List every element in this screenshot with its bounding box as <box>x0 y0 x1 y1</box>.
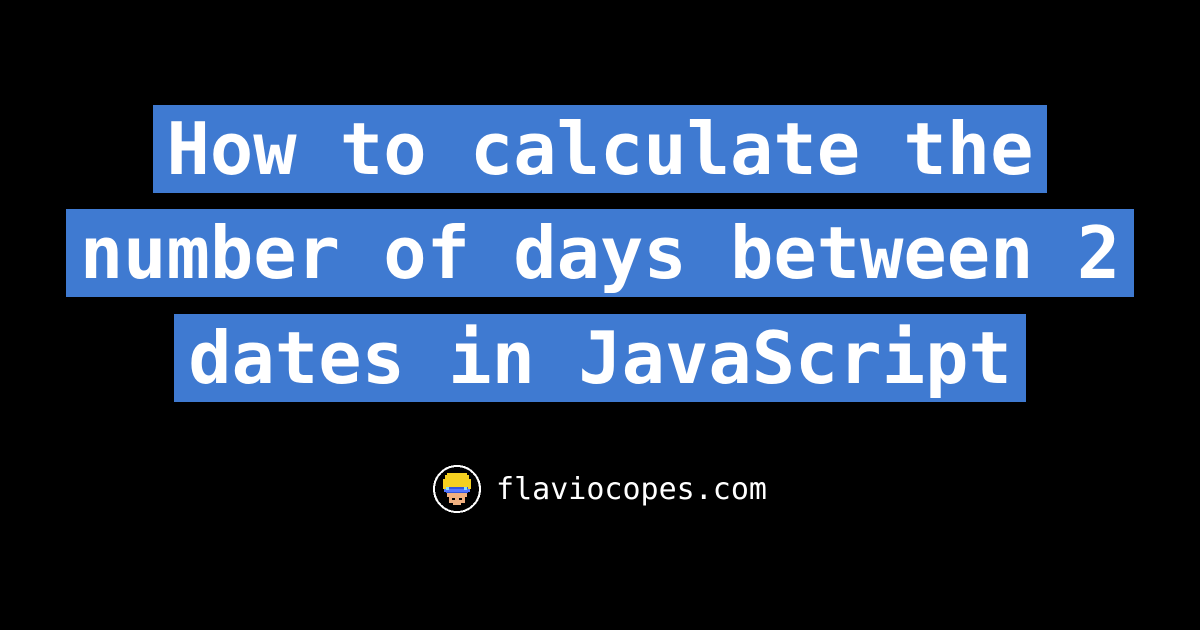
footer: flaviocopes.com <box>433 465 767 513</box>
title-text: How to calculate the number of days betw… <box>66 105 1134 402</box>
avatar-icon <box>433 465 481 513</box>
domain-label: flaviocopes.com <box>496 472 767 507</box>
card-title: How to calculate the number of days betw… <box>50 97 1150 410</box>
